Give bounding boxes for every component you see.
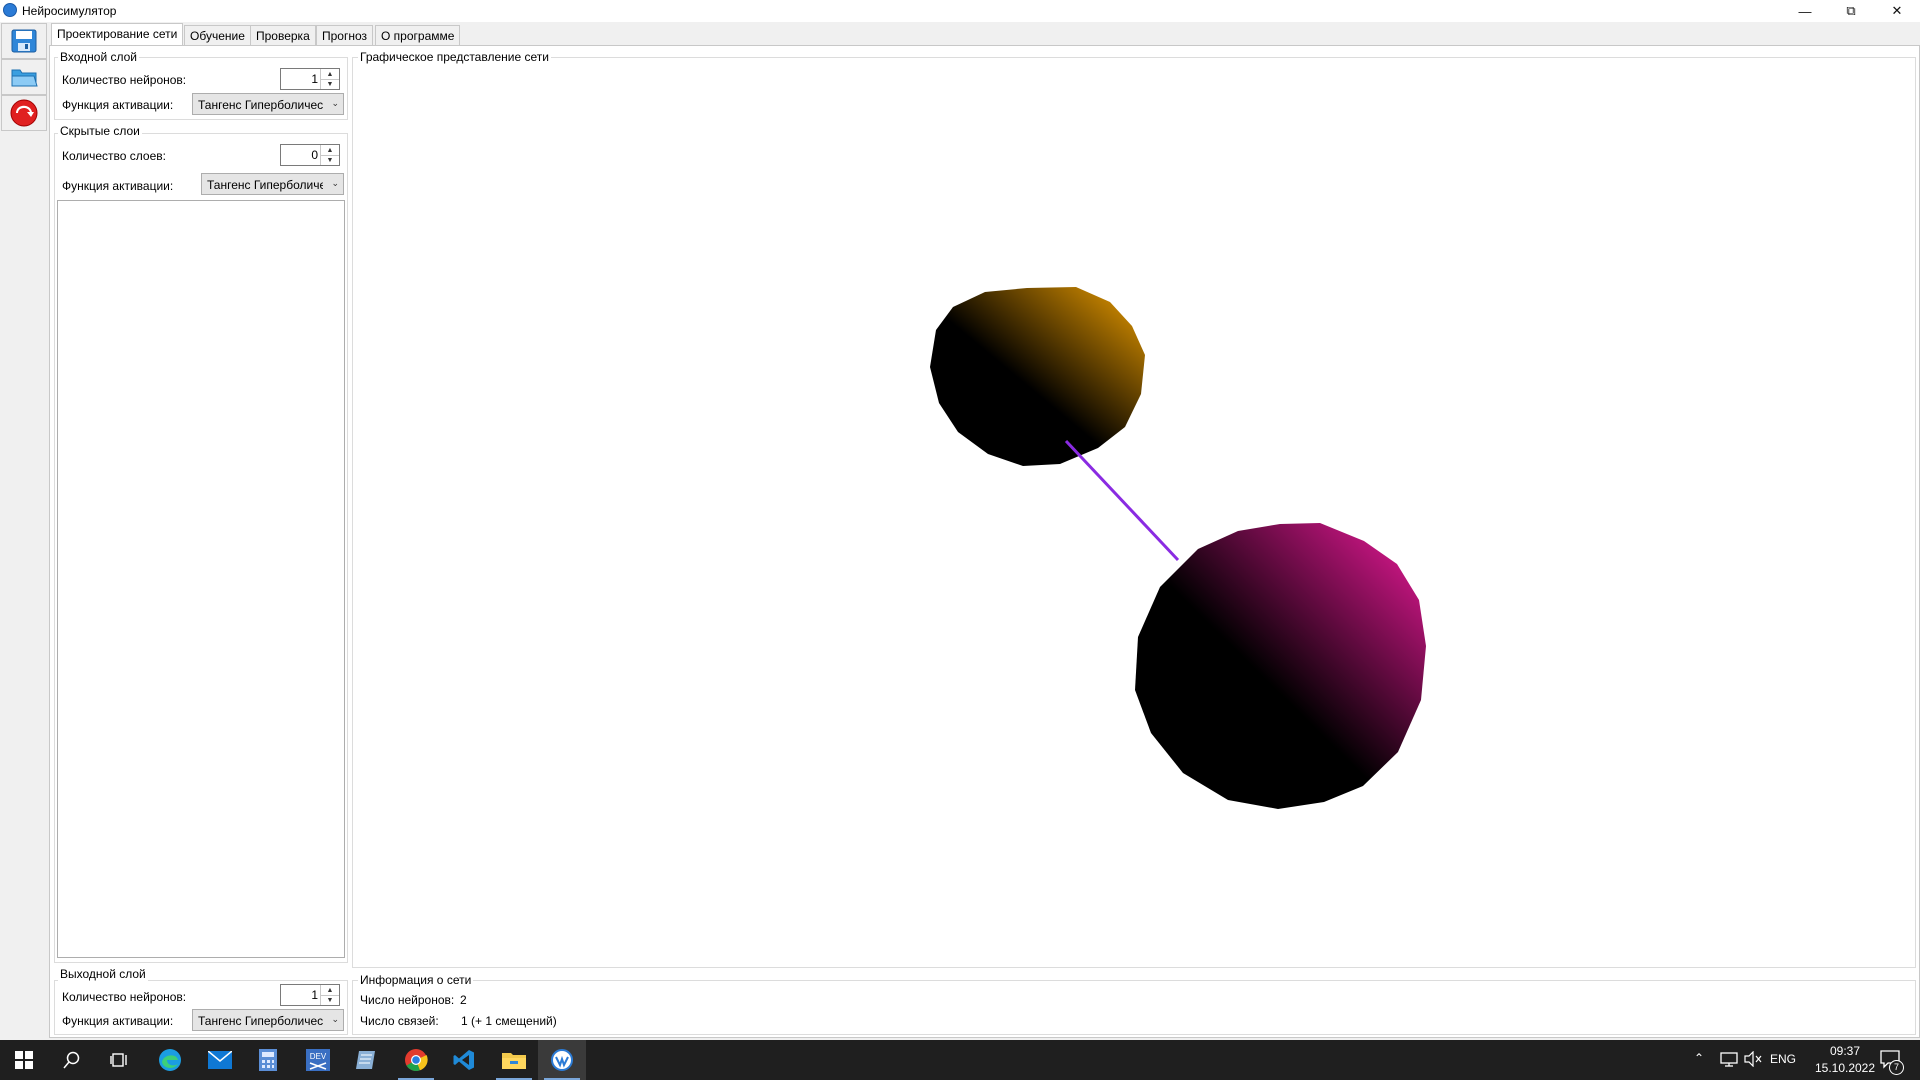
tab-check[interactable]: Проверка bbox=[250, 25, 316, 45]
input-neurons-value: 1 bbox=[311, 72, 318, 86]
volume-muted-icon[interactable] bbox=[1744, 1050, 1762, 1070]
hidden-layers-value: 0 bbox=[311, 148, 318, 162]
windows-start-icon[interactable] bbox=[0, 1040, 48, 1080]
tab-design[interactable]: Проектирование сети bbox=[51, 23, 184, 45]
input-layer-title: Входной слой bbox=[58, 50, 139, 64]
clock-date[interactable]: 15.10.2022 bbox=[1805, 1061, 1885, 1075]
output-neurons-value: 1 bbox=[311, 988, 318, 1002]
file-explorer-icon[interactable] bbox=[490, 1040, 538, 1080]
chrome-icon[interactable] bbox=[392, 1040, 440, 1080]
exit-button[interactable] bbox=[1, 95, 47, 131]
input-neurons-stepper[interactable]: 1 ▲ ▼ bbox=[280, 68, 340, 90]
info-title: Информация о сети bbox=[358, 973, 474, 987]
hidden-activation-label: Функция активации: bbox=[62, 179, 174, 193]
search-icon[interactable] bbox=[48, 1040, 96, 1080]
info-links-label: Число связей: bbox=[360, 1014, 439, 1028]
output-activation-select[interactable]: Тангенс Гиперболичес ⌄ bbox=[192, 1009, 344, 1031]
save-button[interactable] bbox=[1, 23, 47, 59]
app-icon bbox=[3, 3, 17, 17]
neurosimulator-icon[interactable] bbox=[538, 1040, 586, 1080]
tab-about[interactable]: О программе bbox=[375, 25, 461, 45]
task-view-icon[interactable] bbox=[96, 1040, 144, 1080]
output-neuron-sphere bbox=[1135, 523, 1426, 809]
tab-forecast[interactable]: Прогноз bbox=[316, 25, 374, 45]
chevron-down-icon: ⌄ bbox=[331, 1014, 339, 1024]
hidden-activation-select[interactable]: Тангенс Гиперболиче ⌄ bbox=[201, 173, 344, 195]
vscode-icon[interactable] bbox=[440, 1040, 488, 1080]
input-neurons-label: Количество нейронов: bbox=[62, 73, 187, 87]
folder-icon bbox=[11, 69, 38, 87]
mail-icon[interactable] bbox=[196, 1040, 244, 1080]
graph-title: Графическое представление сети bbox=[358, 50, 551, 64]
window-title: Нейросимулятор bbox=[22, 4, 117, 18]
input-neuron-sphere bbox=[930, 287, 1145, 466]
devexpress-icon[interactable]: DEV bbox=[294, 1040, 342, 1080]
red-back-arrow-icon bbox=[10, 99, 38, 127]
minimize-button[interactable]: — bbox=[1782, 0, 1828, 22]
notification-count: 7 bbox=[1889, 1060, 1904, 1075]
output-neurons-label: Количество нейронов: bbox=[62, 990, 187, 1004]
notepad-icon[interactable] bbox=[342, 1040, 390, 1080]
hidden-layers-title: Скрытые слои bbox=[58, 124, 142, 138]
tab-training[interactable]: Обучение bbox=[184, 25, 251, 45]
hidden-layers-count-label: Количество слоев: bbox=[62, 149, 166, 163]
edge-browser-icon[interactable] bbox=[146, 1040, 194, 1080]
output-activation-label: Функция активации: bbox=[62, 1014, 174, 1028]
svg-text:DEV: DEV bbox=[310, 1052, 327, 1061]
title-bar: Нейросимулятор — ⧉ ✕ bbox=[0, 0, 1920, 22]
output-activation-value: Тангенс Гиперболичес bbox=[198, 1014, 324, 1028]
language-indicator[interactable]: ENG bbox=[1770, 1052, 1796, 1066]
spin-down-icon[interactable]: ▼ bbox=[321, 79, 339, 89]
network-icon[interactable] bbox=[1720, 1051, 1738, 1070]
chevron-down-icon: ⌄ bbox=[331, 178, 339, 188]
info-links-value: 1 (+ 1 смещений) bbox=[461, 1014, 557, 1028]
spin-down-icon[interactable]: ▼ bbox=[321, 995, 339, 1005]
input-activation-select[interactable]: Тангенс Гиперболичес ⌄ bbox=[192, 93, 344, 115]
chevron-down-icon: ⌄ bbox=[331, 98, 339, 108]
close-button[interactable]: ✕ bbox=[1874, 0, 1920, 22]
hidden-layers-stepper[interactable]: 0 ▲ ▼ bbox=[280, 144, 340, 166]
clock-time[interactable]: 09:37 bbox=[1820, 1044, 1870, 1058]
chevron-up-icon[interactable]: ⌃ bbox=[1694, 1051, 1704, 1065]
info-group bbox=[352, 980, 1916, 1035]
input-activation-label: Функция активации: bbox=[62, 98, 174, 112]
restore-button[interactable]: ⧉ bbox=[1828, 0, 1874, 22]
connection-line bbox=[1064, 439, 1180, 562]
output-neurons-stepper[interactable]: 1 ▲ ▼ bbox=[280, 984, 340, 1006]
info-neurons-label: Число нейронов: bbox=[360, 993, 455, 1007]
output-layer-title: Выходной слой bbox=[58, 967, 148, 981]
hidden-activation-value: Тангенс Гиперболиче bbox=[207, 178, 323, 192]
network-graph bbox=[930, 287, 1426, 809]
spin-down-icon[interactable]: ▼ bbox=[321, 155, 339, 165]
floppy-disk-icon bbox=[11, 29, 37, 53]
open-button[interactable] bbox=[1, 59, 47, 95]
calculator-icon[interactable] bbox=[244, 1040, 292, 1080]
input-activation-value: Тангенс Гиперболичес bbox=[198, 98, 324, 112]
hidden-layers-list[interactable] bbox=[57, 200, 345, 958]
info-neurons-value: 2 bbox=[460, 993, 467, 1007]
